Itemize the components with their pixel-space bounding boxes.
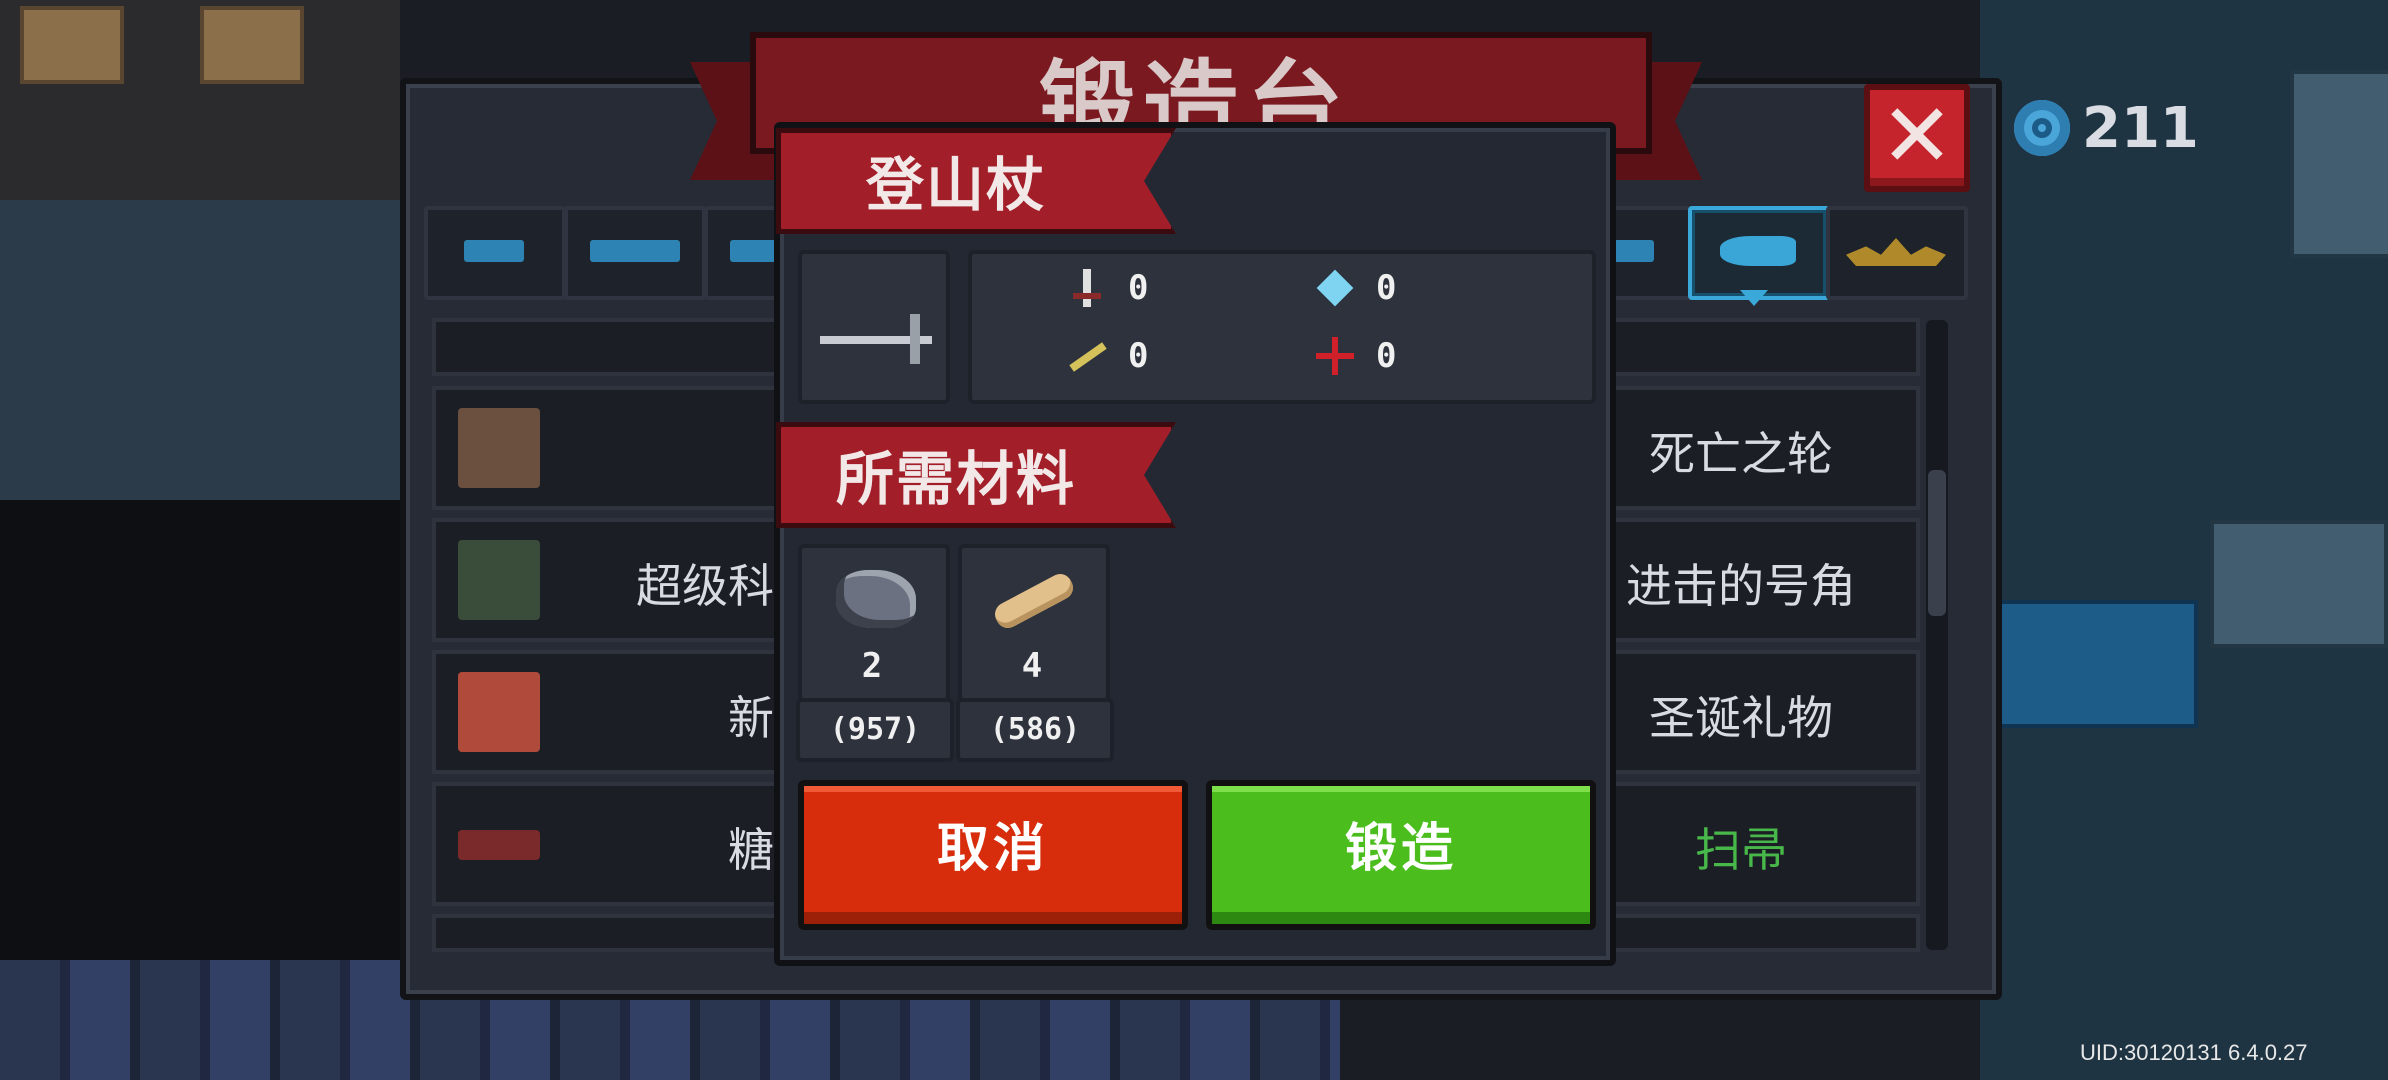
- background-machine: [2210, 520, 2388, 648]
- crown-icon: [1846, 238, 1946, 266]
- diamond-icon: [1316, 269, 1354, 307]
- candied-haws-icon: [458, 830, 540, 860]
- materials-title: 所需材料: [836, 445, 1077, 513]
- stat-crit: 0: [1068, 336, 1148, 376]
- wall-picture-frame: [20, 6, 124, 84]
- blade-icon: [1068, 337, 1107, 375]
- trekking-pole-handle: [910, 314, 920, 364]
- gem-counter: 211: [2014, 95, 2199, 161]
- tab-special[interactable]: [1826, 206, 1968, 300]
- selected-tab-indicator: [1740, 290, 1768, 306]
- stat-energy: 0: [1316, 268, 1396, 308]
- list-scrollbar-thumb[interactable]: [1928, 470, 1946, 616]
- energy-value: 0: [1376, 268, 1397, 308]
- tab-rifle[interactable]: [564, 206, 706, 300]
- wall-notice-board: [200, 6, 304, 84]
- gift-icon: [458, 672, 540, 752]
- ore-icon: [836, 570, 916, 628]
- item-stats: [968, 250, 1596, 404]
- stat-accuracy: 0: [1316, 336, 1396, 376]
- item-preview-slot: [798, 250, 950, 404]
- material-stock: (957): [796, 698, 954, 762]
- device-icon: [458, 540, 540, 620]
- close-button[interactable]: ✕: [1864, 84, 1970, 192]
- tab-pistol[interactable]: [424, 206, 566, 300]
- sword-icon: [1068, 269, 1106, 307]
- cancel-button[interactable]: 取消: [798, 780, 1188, 930]
- crosshair-icon: [1316, 337, 1354, 375]
- rifle-icon: [590, 240, 680, 262]
- material-quantity: 4: [1021, 646, 1043, 686]
- accuracy-value: 0: [1376, 336, 1397, 376]
- close-icon: ✕: [1880, 84, 1954, 187]
- item-name: 登山杖: [866, 151, 1047, 219]
- item-name: 死亡之轮: [1649, 427, 1833, 481]
- fish-icon: [1720, 236, 1796, 266]
- tab-fish[interactable]: [1688, 206, 1830, 300]
- stat-attack: 0: [1068, 268, 1148, 308]
- item-name: 进击的号角: [1626, 559, 1856, 613]
- uid-version-label: UID:30120131 6.4.0.27: [2080, 1040, 2308, 1065]
- forge-button[interactable]: 锻造: [1206, 780, 1596, 930]
- item-name: 圣诞礼物: [1649, 691, 1833, 745]
- background-machine: [2290, 70, 2388, 258]
- crit-value: 0: [1128, 336, 1149, 376]
- material-quantity: 2: [861, 646, 883, 686]
- background-floor: [0, 200, 400, 500]
- background-screen: [1990, 600, 2198, 728]
- game-screen: 锻造台 ✕ 211 爪子 死亡之轮 超级科学讠 进击的号角 新年礼 圣诞礼物: [0, 0, 2388, 1080]
- item-name: 扫帚: [1695, 823, 1787, 877]
- gem-count: 211: [2082, 95, 2199, 161]
- list-scrollbar[interactable]: [1926, 320, 1948, 950]
- wood-icon: [990, 569, 1078, 633]
- gem-icon: [2014, 100, 2070, 156]
- pistol-icon: [464, 240, 524, 262]
- claw-icon: [458, 408, 540, 488]
- attack-value: 0: [1128, 268, 1149, 308]
- material-stock: (586): [956, 698, 1114, 762]
